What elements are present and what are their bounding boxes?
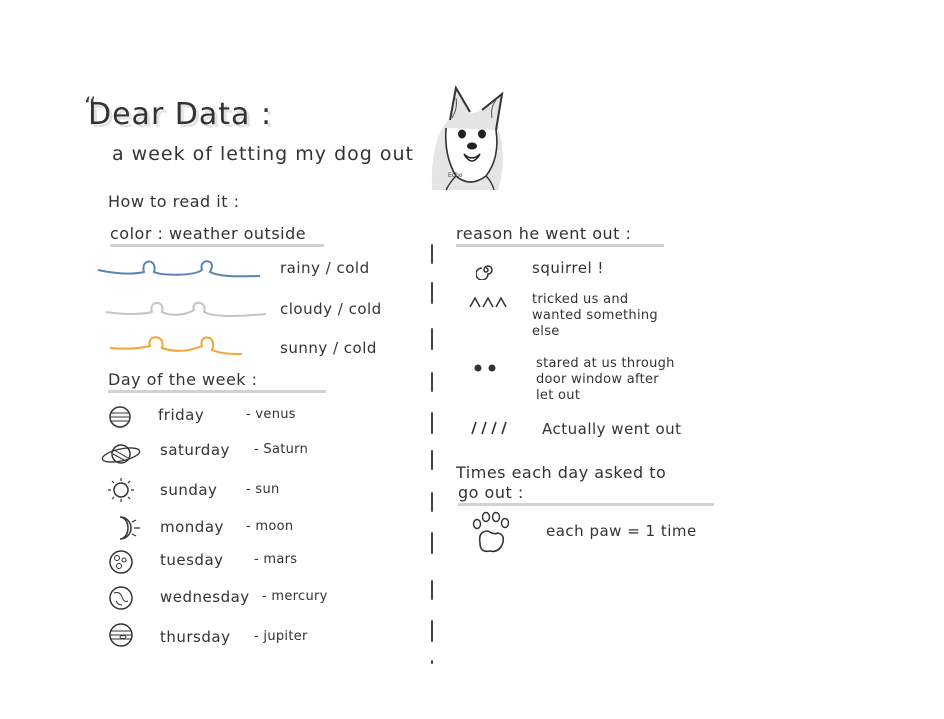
- day-label-thursday: thursday: [160, 628, 231, 646]
- planet-label-mercury: - mercury: [262, 589, 328, 604]
- page-subtitle: a week of letting my dog out: [112, 143, 414, 165]
- sunny-loop-icon: [108, 334, 248, 364]
- planet-label-venus: - venus: [246, 407, 296, 422]
- day-label-saturday: saturday: [160, 441, 230, 459]
- paw-icon: [468, 511, 514, 559]
- day-label-friday: friday: [158, 406, 205, 424]
- moon-icon: [108, 514, 144, 546]
- sun-icon: [104, 476, 138, 508]
- planet-label-jupiter: - jupiter: [254, 629, 308, 644]
- reason-label-tricked: tricked us and wanted something else: [532, 292, 658, 339]
- slashes-icon: [466, 420, 510, 440]
- how-to-read-heading: How to read it :: [108, 192, 240, 211]
- dog-portrait-icon: Echo: [426, 78, 510, 196]
- rainy-loop-icon: [96, 254, 262, 286]
- day-label-sunday: sunday: [160, 481, 218, 499]
- weather-label-cloudy: cloudy / cold: [280, 300, 382, 318]
- day-label-wednesday: wednesday: [160, 588, 250, 606]
- planet-label-mars: - mars: [254, 552, 298, 567]
- cloudy-loop-icon: [104, 296, 270, 326]
- carets-icon: [468, 294, 510, 313]
- mercury-icon: [108, 585, 134, 615]
- reason-label-squirrel: squirrel !: [532, 259, 604, 277]
- venus-icon: [108, 405, 132, 433]
- jupiter-icon: [108, 622, 134, 652]
- planet-label-sun: - sun: [246, 482, 280, 497]
- reason-label-stared: stared at us through door window after l…: [536, 356, 675, 403]
- reason-label-went-out: Actually went out: [542, 420, 682, 438]
- dots-icon: [472, 358, 502, 377]
- page-title: Dear Data :: [88, 97, 273, 132]
- spiral-icon: [475, 260, 496, 284]
- planet-label-saturn: - Saturn: [254, 442, 309, 457]
- reason-heading: reason he went out :: [456, 224, 664, 247]
- planet-label-moon: - moon: [246, 519, 294, 534]
- times-heading-line2: go out :: [458, 483, 714, 506]
- day-heading: Day of the week :: [108, 370, 326, 393]
- dog-caption: Echo: [448, 172, 463, 179]
- paw-label: each paw = 1 time: [546, 522, 697, 540]
- saturn-icon: [100, 440, 142, 472]
- color-heading: color : weather outside: [110, 224, 324, 247]
- day-label-tuesday: tuesday: [160, 551, 224, 569]
- day-label-monday: monday: [160, 518, 224, 536]
- weather-label-sunny: sunny / cold: [280, 339, 377, 357]
- mars-icon: [108, 549, 134, 579]
- times-heading-line1: Times each day asked to: [456, 463, 667, 482]
- weather-label-rainy: rainy / cold: [280, 259, 370, 277]
